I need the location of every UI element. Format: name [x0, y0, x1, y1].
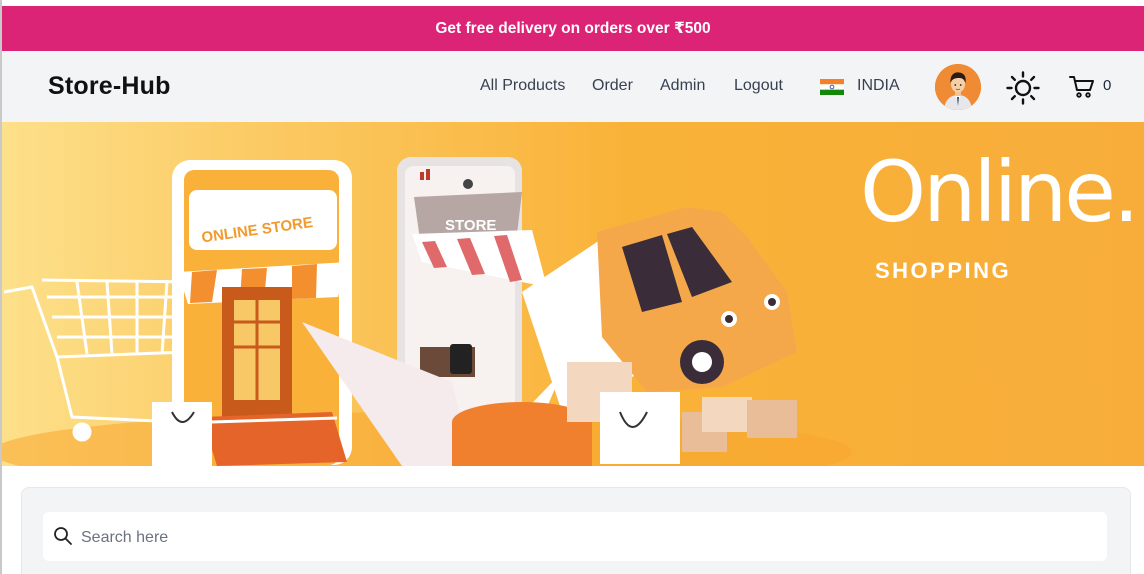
page: Get free delivery on orders over ₹500 St…	[0, 0, 1144, 574]
nav-order[interactable]: Order	[592, 77, 633, 95]
navbar: Store-Hub All Products Order Admin Logou…	[2, 51, 1144, 122]
nav-all-products[interactable]: All Products	[480, 77, 565, 95]
cart-icon[interactable]	[1069, 75, 1095, 99]
brand-logo[interactable]: Store-Hub	[48, 72, 171, 101]
hero-subtitle: SHOPPING	[875, 258, 1012, 283]
nav-admin[interactable]: Admin	[660, 77, 705, 95]
india-flag-icon[interactable]	[820, 79, 844, 95]
left-edge	[0, 0, 2, 574]
search-box[interactable]	[43, 512, 1107, 563]
promo-banner: Get free delivery on orders over ₹500	[2, 6, 1144, 51]
promo-text: Get free delivery on orders over ₹500	[435, 20, 711, 37]
cart-count: 0	[1103, 77, 1112, 94]
search-input[interactable]	[79, 512, 1093, 563]
country-selector[interactable]: INDIA	[857, 77, 900, 95]
hero-banner[interactable]: ONLINE STORE STORE Online. SHOPPING	[2, 122, 1144, 466]
user-avatar[interactable]	[935, 64, 981, 110]
sun-icon[interactable]	[1006, 71, 1040, 105]
nav-logout[interactable]: Logout	[734, 77, 783, 95]
person-icon	[935, 64, 981, 110]
search-icon	[54, 527, 72, 545]
hero-title: Online.	[860, 143, 1140, 241]
